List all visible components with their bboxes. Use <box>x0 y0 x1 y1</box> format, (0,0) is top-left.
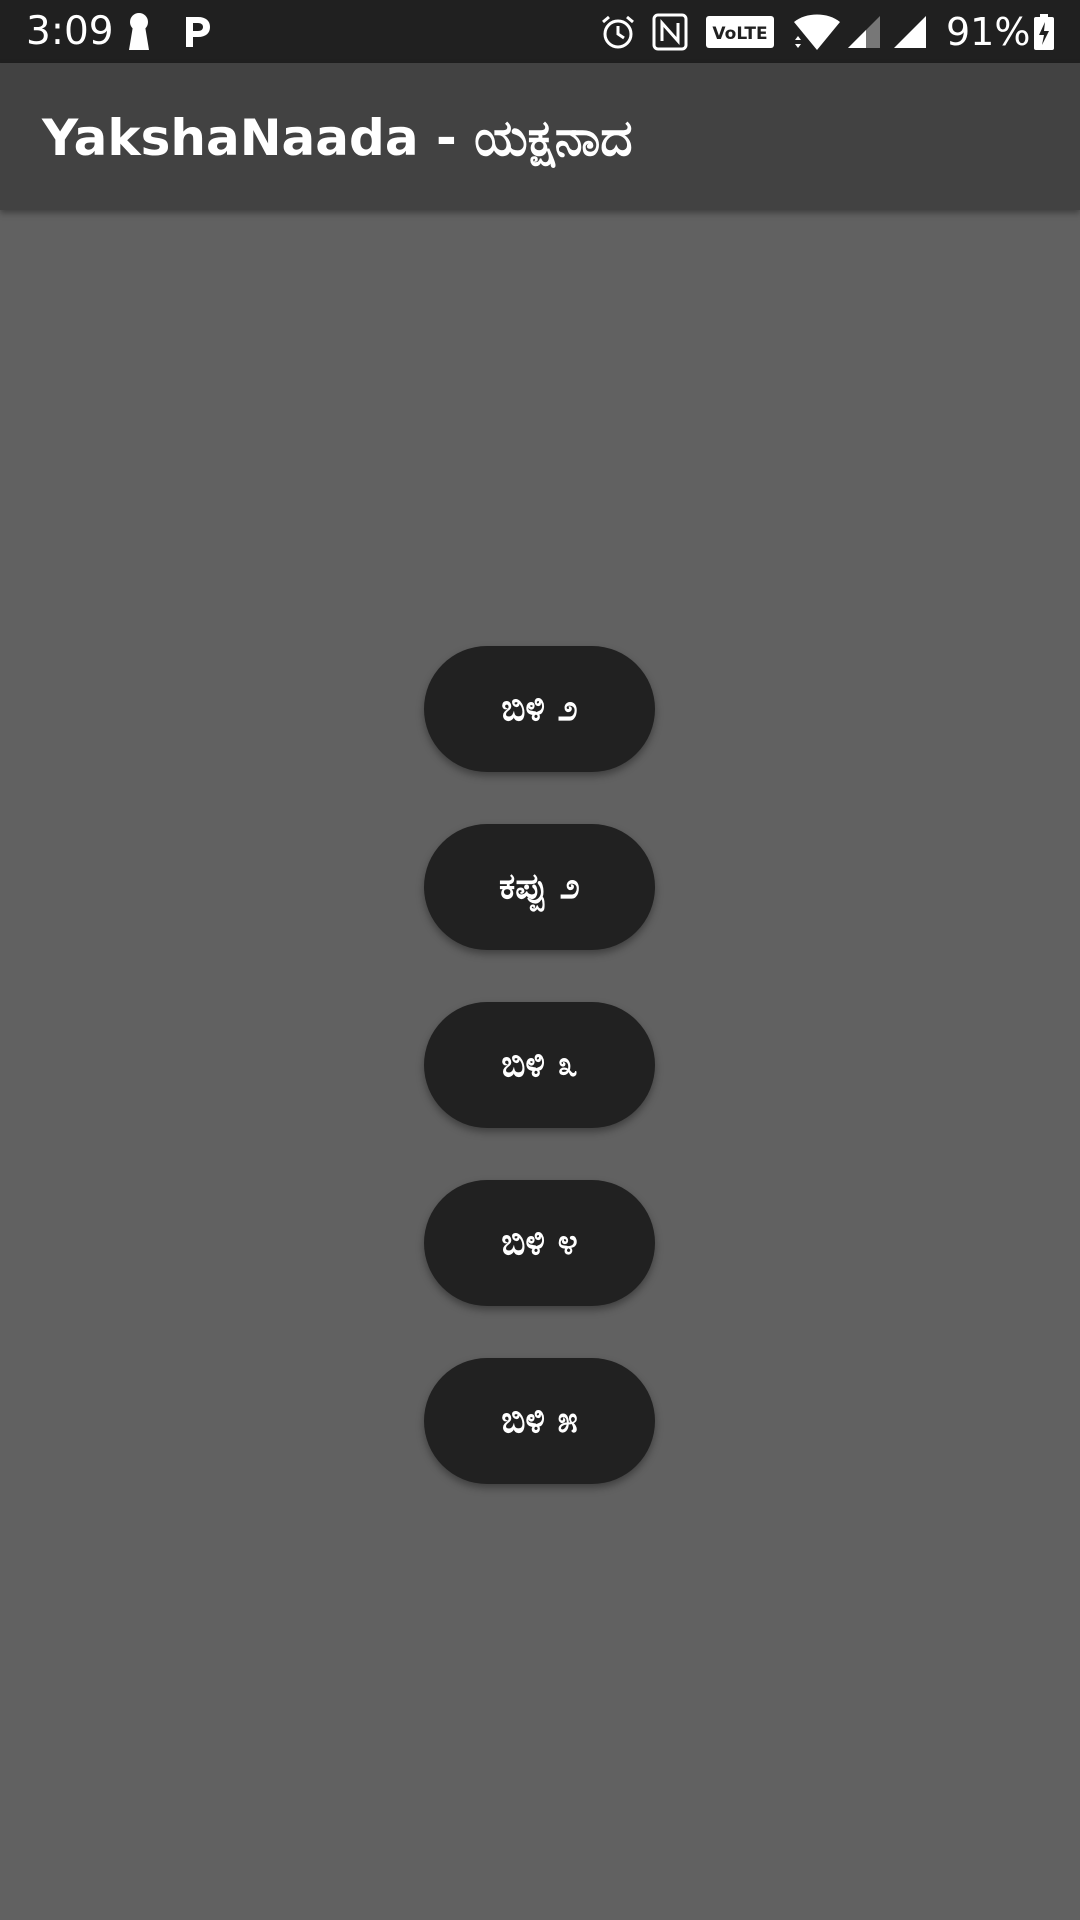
nfc-icon <box>652 0 688 63</box>
menu-button-kappu-2[interactable]: ಕಪ್ಪು ೨ <box>424 824 655 950</box>
signal-icon <box>892 0 928 63</box>
menu-button-bili-4[interactable]: ಬಿಳಿ ೪ <box>424 1180 655 1306</box>
app-title: YakshaNaada - ಯಕ್ಷನಾದ <box>42 109 633 167</box>
wifi-icon <box>792 0 842 63</box>
p-app-icon <box>182 0 212 63</box>
status-bar: 3:09 VoLTE 91% <box>0 0 1080 63</box>
status-time: 3:09 <box>26 9 114 54</box>
volte-label: VoLTE <box>712 24 767 44</box>
battery-percent: 91% <box>946 10 1031 54</box>
signal-icon <box>846 0 882 63</box>
menu-button-bili-3[interactable]: ಬಿಳಿ ೩ <box>424 1002 655 1128</box>
alarm-icon <box>600 0 636 63</box>
keyhole-icon <box>126 0 152 63</box>
app-bar: YakshaNaada - ಯಕ್ಷನಾದ <box>0 63 1080 210</box>
battery-charging-icon <box>1034 0 1054 63</box>
menu-button-bili-2[interactable]: ಬಿಳಿ ೨ <box>424 646 655 772</box>
volte-icon: VoLTE <box>706 0 774 63</box>
menu-button-bili-5[interactable]: ಬಿಳಿ ೫ <box>424 1358 655 1484</box>
